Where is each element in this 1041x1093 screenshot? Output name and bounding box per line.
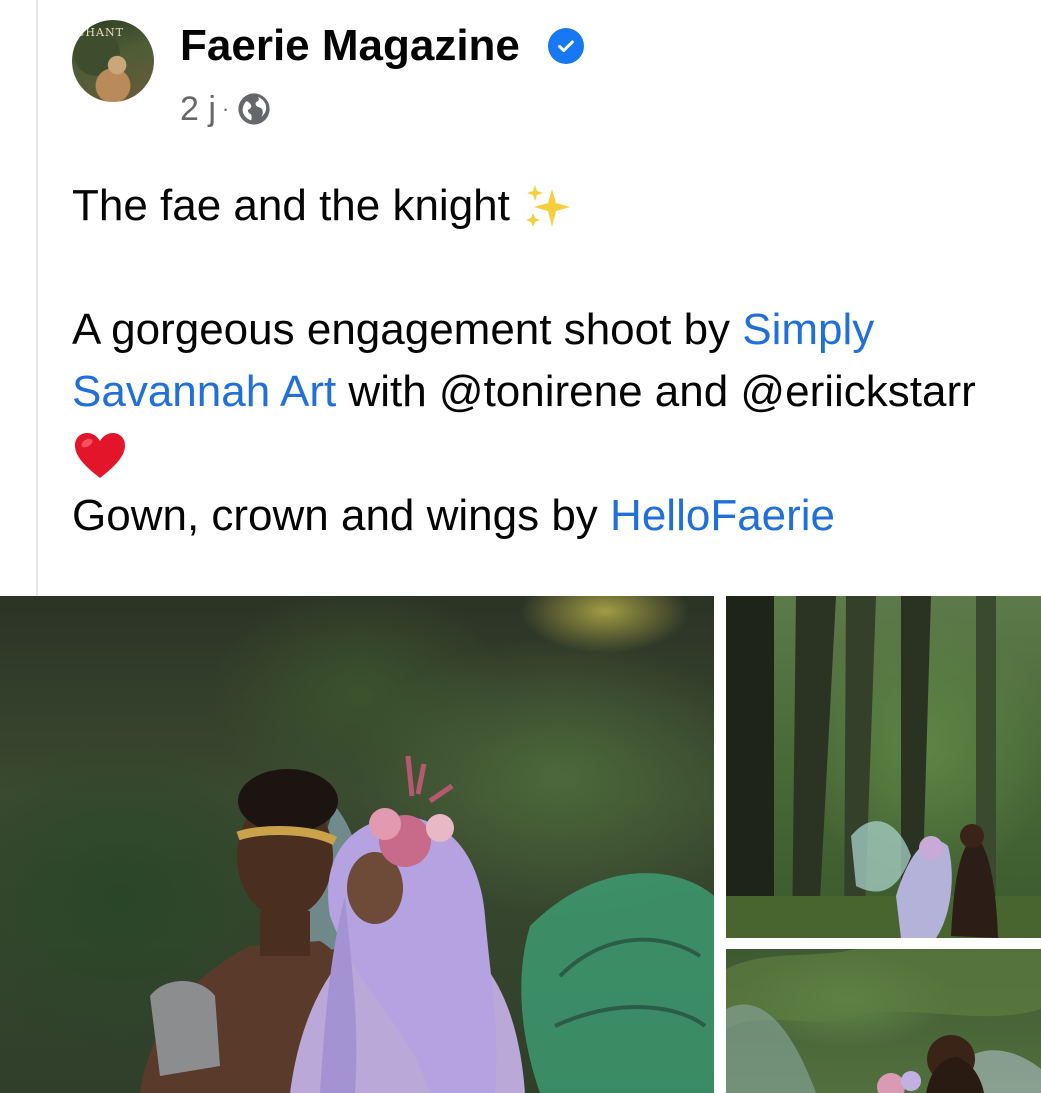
thread-rule: [36, 0, 38, 596]
meta-separator: ·: [221, 96, 230, 121]
post-line-2-end: with @tonirene and @eriickstarr: [336, 367, 976, 416]
photo-3-illustration: [726, 949, 1041, 1093]
sparkles-emoji: [526, 185, 571, 228]
avatar-text: CHANT: [76, 26, 124, 39]
post-photo-main[interactable]: [0, 596, 714, 1093]
photo-2-illustration: [726, 596, 1041, 938]
post-line-3: Gown, crown and wings by HelloFaerie: [72, 485, 992, 547]
globe-icon[interactable]: [237, 92, 271, 126]
post-time[interactable]: 2 j: [180, 90, 216, 129]
post-text: The fae and the knight A gorgeous engage…: [72, 175, 992, 547]
post-line-1-text: The fae and the knight: [72, 181, 510, 230]
post-meta: 2 j ·: [180, 84, 271, 134]
hellofaerie-link[interactable]: HelloFaerie: [610, 491, 835, 540]
post-line-2: A gorgeous engagement shoot by Simply Sa…: [72, 299, 992, 485]
post-line-3-text: Gown, crown and wings by: [72, 491, 611, 540]
page-avatar[interactable]: CHANT: [72, 20, 154, 102]
photo-main-illustration: [140, 755, 714, 1093]
post-line-1: The fae and the knight: [72, 175, 992, 237]
red-heart-emoji: [75, 433, 125, 479]
post-photo-2[interactable]: [726, 596, 1041, 938]
verified-badge-icon: [548, 28, 584, 64]
post-photo-3[interactable]: [726, 949, 1041, 1093]
post-line-2-text: A gorgeous engagement shoot by: [72, 305, 743, 354]
page-name[interactable]: Faerie Magazine: [180, 20, 520, 72]
